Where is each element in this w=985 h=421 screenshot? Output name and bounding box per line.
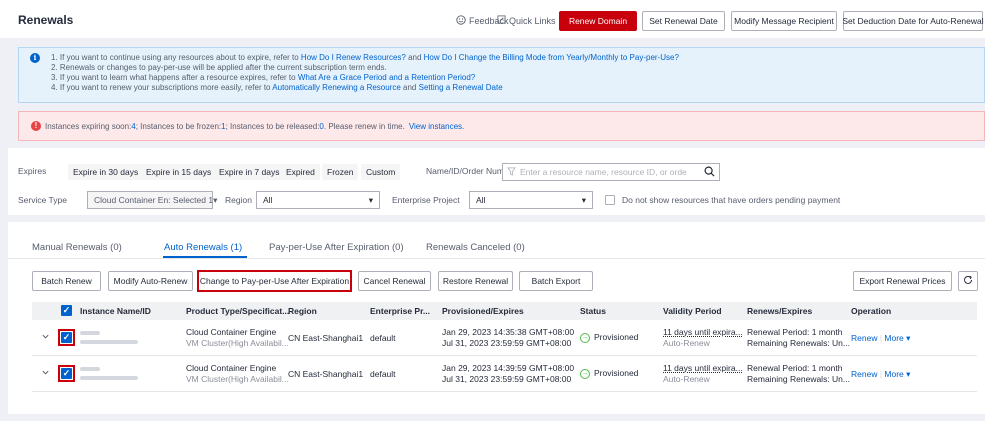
pending-payment-label: Do not show resources that have orders p… (622, 195, 841, 205)
product-cell: Cloud Container Engine VM Cluster(High A… (186, 327, 289, 348)
col-operation: Operation (851, 306, 892, 316)
enterprise-project-label: Enterprise Project (392, 195, 460, 205)
enterprise-cell: default (370, 333, 396, 343)
caret-down-icon: ▾ (581, 194, 586, 205)
service-type-label: Service Type (18, 195, 67, 205)
smile-icon (456, 15, 466, 27)
info-line-3: 3. If you want to learn what happens aft… (51, 73, 476, 82)
status-badge: → Provisioned (580, 332, 639, 343)
search-icon[interactable] (704, 165, 715, 179)
renew-domain-button[interactable]: Renew Domain (559, 11, 637, 31)
chip-expire-30[interactable]: Expire in 30 days (68, 164, 144, 180)
info-line-1: 1. If you want to continue using any res… (51, 53, 679, 62)
service-type-select[interactable]: Cloud Container En: Selected 1 ▾ (87, 191, 217, 209)
view-instances-link[interactable]: View instances. (409, 122, 464, 131)
col-instance: Instance Name/ID (80, 306, 151, 316)
batch-renew-button[interactable]: Batch Renew (32, 271, 101, 291)
caret-down-icon: ▾ (368, 194, 373, 205)
col-renews: Renews/Expires (747, 306, 813, 316)
how-to-renew-link[interactable]: How Do I Renew Resources? (301, 53, 406, 62)
validity-cell: 11 days until expira... Auto-Renew (663, 327, 743, 348)
setting-renewal-date-link[interactable]: Setting a Renewal Date (419, 83, 503, 92)
set-deduction-date-button[interactable]: Set Deduction Date for Auto-Renewal (842, 11, 984, 31)
select-all-checkbox[interactable]: ✓ (61, 305, 72, 316)
modify-auto-renew-button[interactable]: Modify Auto-Renew (108, 271, 193, 291)
expand-chevron-icon[interactable] (41, 368, 50, 380)
chip-expired[interactable]: Expired (281, 164, 320, 180)
tab-divider (8, 258, 985, 259)
info-notice: i 1. If you want to continue using any r… (18, 47, 985, 103)
refresh-icon (963, 275, 973, 288)
tab-renewals-canceled[interactable]: Renewals Canceled (0) (426, 242, 525, 253)
renew-link[interactable]: Renew (851, 369, 877, 379)
validity-cell: 11 days until expira... Auto-Renew (663, 363, 743, 384)
provisioned-cell: Jan 29, 2023 14:39:59 GMT+08:00 Jul 31, … (442, 363, 575, 384)
renews-cell: Renewal Period: 1 month Remaining Renewa… (747, 363, 850, 384)
grace-period-link[interactable]: What Are a Grace Period and a Retention … (298, 73, 475, 82)
table-header: ✓ Instance Name/ID Product Type/Specific… (32, 302, 977, 320)
info-line-2: 2. Renewals or changes to pay-per-use wi… (51, 63, 387, 72)
batch-export-button[interactable]: Batch Export (519, 271, 593, 291)
edit-icon (497, 15, 506, 26)
col-provisioned: Provisioned/Expires (442, 306, 524, 316)
filter-panel: Expires Expire in 30 days Expire in 15 d… (8, 148, 985, 215)
col-validity: Validity Period (663, 306, 722, 316)
product-cell: Cloud Container Engine VM Cluster(High A… (186, 363, 289, 384)
table-row[interactable]: ✓ Cloud Container Engine VM Cluster(High… (32, 356, 977, 392)
tab-auto-renewals[interactable]: Auto Renewals (1) (164, 242, 242, 253)
expand-chevron-icon[interactable] (41, 332, 50, 344)
quick-links-link[interactable]: Quick Links (497, 15, 556, 26)
info-icon: i (30, 53, 40, 63)
check-circle-icon: → (580, 368, 590, 379)
row-checkbox-highlight (58, 329, 75, 346)
table-row[interactable]: ✓ Cloud Container Engine VM Cluster(High… (32, 320, 977, 356)
region-cell: CN East-Shanghai1 (288, 369, 364, 379)
caret-down-icon: ▾ (213, 194, 218, 205)
enterprise-project-select[interactable]: All ▾ (469, 191, 593, 209)
tab-manual-renewals[interactable]: Manual Renewals (0) (32, 242, 122, 253)
page-header: Renewals Feedback Quick Links Renew Doma… (0, 0, 985, 38)
expiry-warning: ! Instances expiring soon: 4 ; Instances… (18, 111, 985, 141)
highlight-outline (197, 270, 352, 292)
auto-renew-link[interactable]: Automatically Renewing a Resource (272, 83, 401, 92)
operation-cell: Renew | More ▾ (851, 333, 911, 343)
chip-frozen[interactable]: Frozen (322, 164, 359, 180)
tab-pay-per-use[interactable]: Pay-per-Use After Expiration (0) (269, 242, 404, 253)
expires-label: Expires (18, 166, 47, 176)
region-cell: CN East-Shanghai1 (288, 333, 364, 343)
status-badge: → Provisioned (580, 368, 639, 379)
warning-icon: ! (31, 121, 41, 131)
search-input[interactable]: Enter a resource name, resource ID, or o… (502, 163, 720, 181)
restore-renewal-button[interactable]: Restore Renewal (438, 271, 513, 291)
row-checkbox-highlight (58, 365, 75, 382)
more-dropdown[interactable]: More ▾ (884, 369, 910, 379)
export-renewal-prices-button[interactable]: Export Renewal Prices (853, 271, 952, 291)
chip-expire-15[interactable]: Expire in 15 days (141, 164, 217, 180)
cancel-renewal-button[interactable]: Cancel Renewal (358, 271, 431, 291)
provisioned-cell: Jan 29, 2023 14:35:38 GMT+08:00 Jul 31, … (442, 327, 575, 348)
refresh-button[interactable] (958, 271, 978, 291)
chip-expire-7[interactable]: Expire in 7 days (214, 164, 285, 180)
col-product: Product Type/Specificat... (186, 306, 290, 316)
set-renewal-date-button[interactable]: Set Renewal Date (642, 11, 725, 31)
check-circle-icon: → (580, 332, 590, 343)
change-billing-mode-link[interactable]: How Do I Change the Billing Mode from Ye… (424, 53, 679, 62)
filter-icon (507, 166, 516, 178)
page-title: Renewals (18, 13, 74, 27)
col-status: Status (580, 306, 606, 316)
pending-payment-checkbox[interactable] (605, 195, 615, 205)
col-region: Region (288, 306, 317, 316)
renewals-table-panel: Manual Renewals (0) Auto Renewals (1) Pa… (8, 222, 985, 414)
region-label: Region (225, 195, 252, 205)
region-select[interactable]: All ▾ (256, 191, 380, 209)
enterprise-cell: default (370, 369, 396, 379)
modify-message-recipient-button[interactable]: Modify Message Recipient (731, 11, 837, 31)
operation-cell: Renew | More ▾ (851, 369, 911, 379)
col-enterprise: Enterprise Pr... (370, 306, 430, 316)
renews-cell: Renewal Period: 1 month Remaining Renewa… (747, 327, 850, 348)
renew-link[interactable]: Renew (851, 333, 877, 343)
info-line-4: 4. If you want to renew your subscriptio… (51, 83, 503, 92)
more-dropdown[interactable]: More ▾ (884, 333, 910, 343)
chip-custom[interactable]: Custom (361, 164, 401, 180)
